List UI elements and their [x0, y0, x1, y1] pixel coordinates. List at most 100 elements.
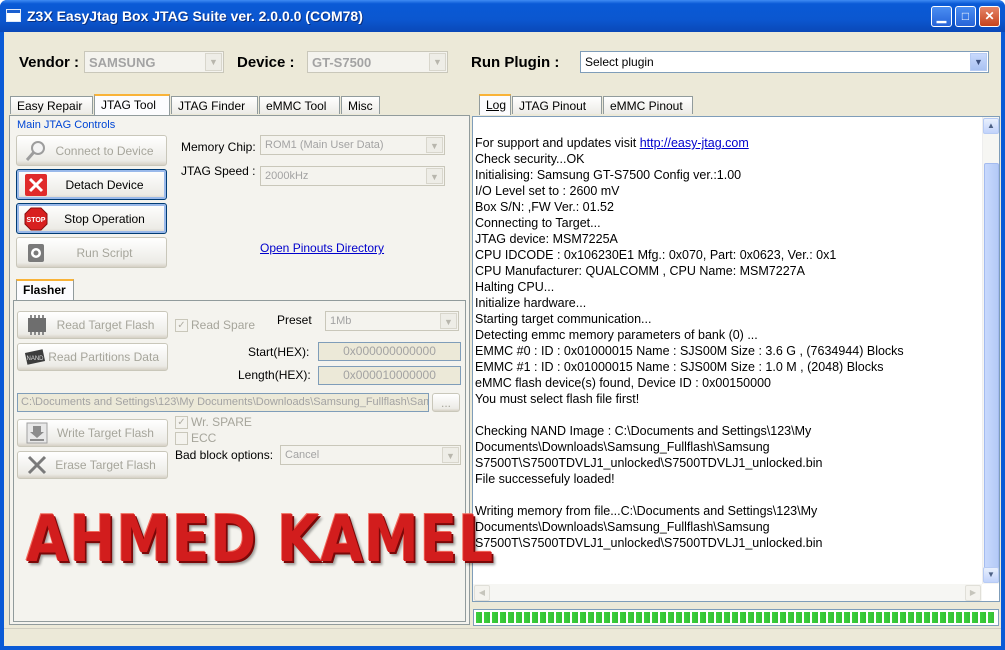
preset-select[interactable]: 1Mb ▼ — [325, 311, 459, 331]
badblock-label: Bad block options: — [175, 448, 274, 462]
svg-text:STOP: STOP — [27, 217, 46, 224]
plugin-select[interactable]: Select plugin ▼ — [580, 51, 989, 73]
chevron-down-icon[interactable]: ▼ — [970, 53, 987, 71]
log-line: Box S/N: ,FW Ver.: 01.52 — [475, 200, 614, 214]
memory-chip-value: ROM1 (Main User Data) — [265, 139, 384, 151]
vendor-select[interactable]: SAMSUNG ▼ — [84, 51, 224, 73]
app-icon — [6, 9, 21, 22]
badblock-select[interactable]: Cancel ▼ — [280, 445, 461, 465]
app-window: Z3X EasyJtag Box JTAG Suite ver. 2.0.0.0… — [0, 0, 1005, 650]
scroll-down-icon[interactable]: ▼ — [983, 567, 999, 583]
chevron-down-icon[interactable]: ▼ — [440, 313, 457, 329]
log-lines: Check security...OK Initialising: Samsung… — [475, 151, 980, 551]
scroll-up-icon[interactable]: ▲ — [983, 118, 999, 134]
chevron-down-icon[interactable]: ▼ — [429, 53, 446, 71]
stop-icon: STOP — [21, 207, 51, 231]
plugin-label: Run Plugin : — [471, 54, 560, 71]
tab-misc[interactable]: Misc — [341, 96, 380, 114]
checkbox-box — [175, 431, 188, 445]
log-vertical-scrollbar[interactable]: ▲ ▼ — [982, 117, 999, 584]
checkmark-icon: ✓ — [175, 415, 188, 429]
scroll-right-icon[interactable]: ▶ — [965, 585, 981, 601]
progress-bar — [473, 609, 999, 626]
tab-flasher[interactable]: Flasher — [16, 279, 74, 300]
jtag-speed-value: 2000kHz — [265, 170, 309, 182]
tab-jtag-pinout[interactable]: JTAG Pinout — [512, 96, 602, 114]
log-line: Check security...OK — [475, 152, 585, 166]
download-icon — [22, 421, 52, 445]
window-title: Z3X EasyJtag Box JTAG Suite ver. 2.0.0.0… — [27, 8, 363, 24]
log-line: Checking NAND Image : C:\Documents and S… — [475, 424, 812, 438]
device-value: GT-S7500 — [312, 55, 372, 70]
title-bar[interactable]: Z3X EasyJtag Box JTAG Suite ver. 2.0.0.0… — [0, 0, 1005, 32]
close-button[interactable]: ✕ — [979, 6, 1000, 27]
badblock-value: Cancel — [285, 449, 320, 461]
length-hex-input[interactable]: 0x000010000000 — [318, 366, 461, 385]
jtag-speed-select[interactable]: 2000kHz ▼ — [260, 166, 445, 186]
read-spare-label: Read Spare — [191, 318, 256, 332]
tab-jtag-tool[interactable]: JTAG Tool — [94, 94, 170, 115]
chevron-down-icon[interactable]: ▼ — [205, 53, 222, 71]
support-link[interactable]: http://easy-jtag.com — [640, 136, 749, 150]
log-line: Halting CPU... — [475, 280, 555, 294]
svg-text:NAND: NAND — [27, 356, 45, 362]
chip-icon — [22, 313, 52, 337]
connect-button[interactable]: Connect to Device — [16, 135, 167, 166]
detach-button[interactable]: Detach Device — [16, 169, 167, 200]
start-hex-input[interactable]: 0x000000000000 — [318, 342, 461, 361]
read-target-label: Read Target Flash — [56, 318, 155, 332]
log-horizontal-scrollbar[interactable]: ◀ ▶ — [473, 584, 982, 601]
memory-chip-label: Memory Chip: — [181, 140, 256, 154]
browse-label: ... — [440, 395, 451, 410]
wr-spare-checkbox[interactable]: ✓ Wr. SPARE — [175, 415, 252, 429]
browse-button[interactable]: ... — [432, 393, 460, 412]
log-line: Initialize hardware... — [475, 296, 587, 310]
log-line: S7500T\S7500TDVLJ1_unlocked\S7500TDVLJ1_… — [475, 456, 823, 470]
device-label: Device : — [237, 54, 295, 71]
status-bar — [4, 628, 1001, 646]
write-target-button[interactable]: Write Target Flash — [17, 419, 168, 447]
start-hex-label: Start(HEX): — [248, 345, 310, 359]
minimize-button[interactable]: ▁ — [931, 6, 952, 27]
log-line: Documents\Downloads\Samsung_Fullflash\Sa… — [475, 440, 770, 454]
erase-icon — [22, 453, 52, 477]
script-icon — [21, 241, 51, 265]
erase-target-button[interactable]: Erase Target Flash — [17, 451, 168, 479]
chevron-down-icon[interactable]: ▼ — [426, 168, 443, 184]
run-script-button[interactable]: Run Script — [16, 237, 167, 268]
scroll-thumb[interactable] — [984, 163, 999, 583]
preset-value: 1Mb — [330, 315, 352, 327]
chip-icon: NAND — [22, 345, 48, 369]
tab-emmc-tool[interactable]: eMMC Tool — [259, 96, 340, 114]
device-select[interactable]: GT-S7500 ▼ — [307, 51, 448, 73]
log-line: Initialising: Samsung GT-S7500 Config ve… — [475, 168, 742, 182]
log-line: Starting target communication... — [475, 312, 652, 326]
memory-chip-select[interactable]: ROM1 (Main User Data) ▼ — [260, 135, 445, 155]
log-panel[interactable]: For support and updates visit http://eas… — [472, 116, 1000, 602]
tab-emmc-pinout[interactable]: eMMC Pinout — [603, 96, 693, 114]
maximize-button[interactable]: □ — [955, 6, 976, 27]
scroll-left-icon[interactable]: ◀ — [474, 585, 490, 601]
file-path-input[interactable]: C:\Documents and Settings\123\My Documen… — [17, 393, 429, 412]
log-line: S7500T\S7500TDVLJ1_unlocked\S7500TDVLJ1_… — [475, 536, 823, 550]
checkmark-icon: ✓ — [175, 318, 188, 332]
jtag-speed-label: JTAG Speed : — [181, 164, 256, 178]
log-line: File successefuly loaded! — [475, 472, 615, 486]
read-partitions-button[interactable]: NAND Read Partitions Data — [17, 343, 168, 371]
chevron-down-icon[interactable]: ▼ — [426, 137, 443, 153]
read-target-button[interactable]: Read Target Flash — [17, 311, 168, 339]
erase-target-label: Erase Target Flash — [55, 458, 156, 472]
tab-easy-repair[interactable]: Easy Repair — [10, 96, 93, 114]
log-support-line: For support and updates visit http://eas… — [475, 135, 980, 151]
stop-label: Stop Operation — [64, 211, 145, 226]
chevron-down-icon[interactable]: ▼ — [442, 447, 459, 463]
plugin-value: Select plugin — [585, 55, 654, 69]
stop-button[interactable]: STOP Stop Operation — [16, 203, 167, 234]
log-line: Documents\Downloads\Samsung_Fullflash\Sa… — [475, 520, 770, 534]
read-spare-checkbox[interactable]: ✓ Read Spare — [175, 318, 255, 332]
tab-log[interactable]: Log — [479, 94, 511, 115]
ecc-checkbox[interactable]: ECC — [175, 431, 216, 445]
tab-jtag-finder[interactable]: JTAG Finder — [171, 96, 258, 114]
open-pinouts-link[interactable]: Open Pinouts Directory — [260, 241, 384, 255]
